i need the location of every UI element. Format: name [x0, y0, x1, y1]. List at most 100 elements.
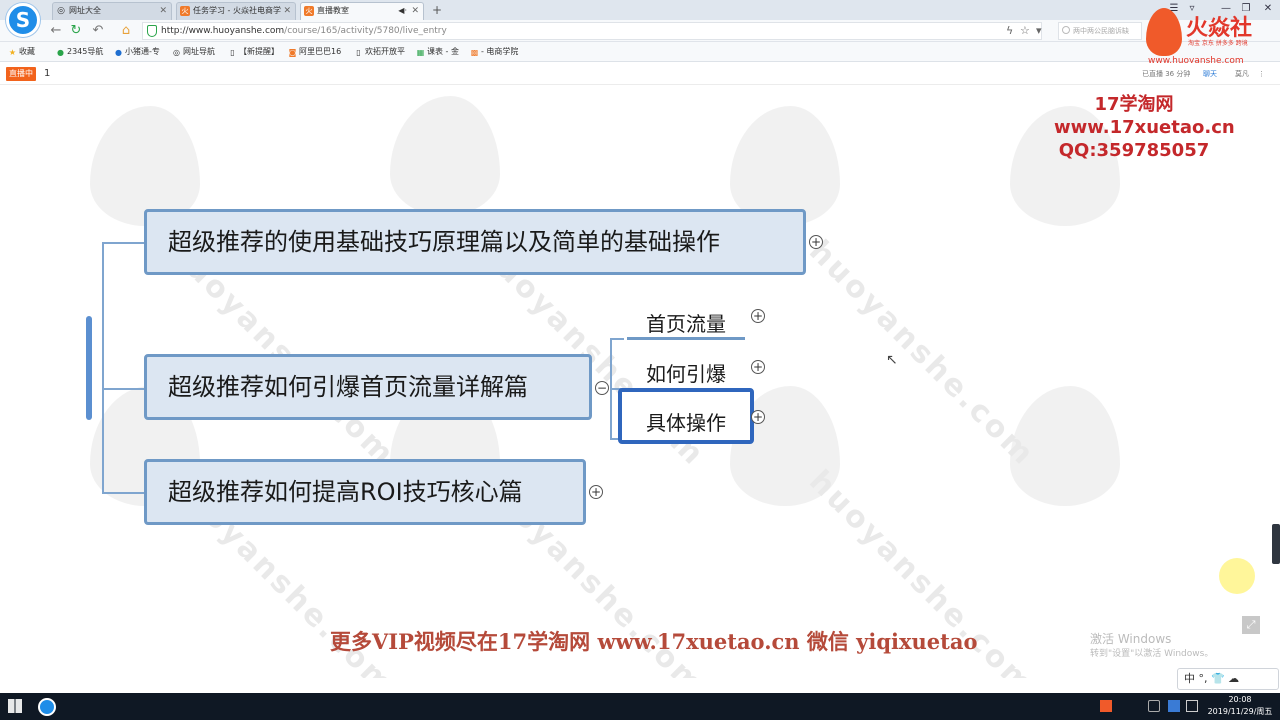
tray-app-icon[interactable] — [1100, 700, 1112, 712]
mouse-pointer-icon: ↖ — [886, 352, 898, 368]
dropdown-icon[interactable]: ▾ — [1036, 23, 1042, 39]
windows-start-icon[interactable] — [8, 699, 22, 713]
new-tab-button[interactable]: + — [428, 3, 446, 17]
search-icon — [1062, 26, 1070, 34]
star-icon: ★ — [8, 48, 17, 57]
bookmark-2345[interactable]: ● 2345导航 — [56, 45, 103, 59]
cursor-highlight — [1219, 558, 1255, 594]
user-name[interactable]: 莫凡 — [1235, 67, 1249, 81]
fullscreen-expand-icon[interactable]: ⤢ — [1242, 616, 1260, 634]
browser-tab-bar: S ◎ 网址大全 ✕ 火 任务学习 - 火焱社电商学 ✕ 火 直播教室 ◀· ✕… — [0, 0, 1280, 37]
tab-title: 任务学习 - 火焱社电商学 — [193, 6, 281, 15]
tray-network-icon[interactable] — [1168, 700, 1180, 712]
system-clock[interactable]: 20:08 2019/11/29/周五 — [1206, 694, 1274, 718]
screen: S ◎ 网址大全 ✕ 火 任务学习 - 火焱社电商学 ✕ 火 直播教室 ◀· ✕… — [0, 0, 1280, 720]
node-label: 超级推荐的使用基础技巧原理篇以及简单的基础操作 — [168, 228, 720, 256]
watermark-flame — [90, 106, 200, 226]
clock-time: 20:08 — [1228, 695, 1252, 704]
close-icon[interactable]: ✕ — [159, 3, 167, 19]
expand-plus-icon[interactable]: + — [751, 309, 765, 323]
promo-url: www.17xuetao.cn — [1054, 117, 1235, 138]
node-label: 超级推荐如何提高ROI技巧核心篇 — [168, 478, 523, 506]
brand-slogan: 淘宝 京东 拼多多 跨境 — [1188, 40, 1248, 47]
speaker-icon[interactable]: ◀· — [398, 3, 407, 19]
search-input[interactable]: 两中两公民脑诉缺 — [1058, 22, 1142, 40]
alibaba-icon: ◙ — [288, 48, 297, 57]
secure-shield-icon — [147, 25, 157, 37]
node-label: 超级推荐如何引爆首页流量详解篇 — [168, 373, 528, 401]
watermark-flame — [730, 106, 840, 226]
tab-web-directory[interactable]: ◎ 网址大全 ✕ — [52, 2, 172, 20]
mindmap-node-homepage-traffic[interactable]: 超级推荐如何引爆首页流量详解篇 — [144, 354, 592, 420]
chat-tab[interactable]: 聊天 — [1203, 67, 1217, 81]
bookmark-schedule[interactable]: ▦ 课表 - 金 — [416, 45, 459, 59]
live-badge: 直播中 — [6, 67, 36, 81]
huoyan-favicon-icon: 火 — [304, 6, 314, 16]
bookmark-nav[interactable]: ◎ 网址导航 — [172, 45, 215, 59]
star-icon[interactable]: ☆ — [1020, 23, 1030, 39]
subnode-how-to-boost[interactable]: 如何引爆 — [646, 358, 726, 387]
url-host: http://www.huoyanshe.com — [161, 26, 285, 36]
bookmark-huantuo[interactable]: ▯ 欢拓开放平 — [354, 45, 405, 59]
subnode-operations[interactable]: 具体操作 — [646, 407, 726, 436]
tray-shield-icon[interactable] — [1148, 700, 1160, 712]
navigation-bar: ← ↻ ↶ ⌂ http://www.huoyanshe.com/course/… — [0, 20, 1280, 42]
connector-line — [102, 242, 144, 244]
back-arrow-icon[interactable]: ← — [48, 23, 64, 39]
lightning-icon[interactable]: ϟ — [1006, 23, 1013, 39]
bookmark-alibaba[interactable]: ◙ 阿里巴巴16 — [288, 45, 342, 59]
activate-windows-title: 激活 Windows — [1090, 632, 1172, 646]
connector-line — [102, 242, 104, 492]
reload-icon[interactable]: ↻ — [68, 23, 84, 39]
root-node-edge[interactable] — [86, 316, 92, 420]
page-icon: ▯ — [356, 48, 361, 57]
tray-volume-icon[interactable] — [1186, 700, 1198, 712]
search-placeholder: 两中两公民脑诉缺 — [1073, 27, 1129, 35]
connector-line — [610, 338, 624, 340]
bookmark-favorites[interactable]: ★ 收藏 — [8, 45, 35, 59]
sogou-browser-logo-icon[interactable]: S — [6, 3, 40, 37]
mindmap-node-basics[interactable]: 超级推荐的使用基础技巧原理篇以及简单的基础操作 — [144, 209, 806, 275]
watermark-text: huoyanshe.com — [802, 233, 1042, 474]
bookmark-xiaozhutong[interactable]: ● 小猪通-专 — [114, 45, 160, 59]
huoyan-favicon-icon: 火 — [180, 6, 190, 16]
tab-title: 直播教室 — [317, 6, 349, 15]
activate-windows-subtitle: 转到"设置"以激活 Windows。 — [1090, 649, 1214, 659]
expand-plus-icon[interactable]: + — [809, 235, 823, 249]
site-icon: ● — [115, 48, 122, 57]
huoyanshe-logo: 火焱社 淘宝 京东 拼多多 跨境 www.huoyanshe.com — [1146, 8, 1280, 66]
url-path: /course/165/activity/5780/live_entry — [284, 26, 447, 36]
site-icon: ● — [57, 48, 64, 57]
expand-plus-icon[interactable]: + — [751, 360, 765, 374]
blank-panel — [0, 680, 162, 693]
bookmark-ecommerce[interactable]: ▩ - 电商学院 — [470, 45, 519, 59]
mindmap-node-roi[interactable]: 超级推荐如何提高ROI技巧核心篇 — [144, 459, 586, 525]
expand-plus-icon[interactable]: + — [589, 485, 603, 499]
tab-live-classroom[interactable]: 火 直播教室 ◀· ✕ — [300, 2, 424, 20]
expand-plus-icon[interactable]: + — [751, 410, 765, 424]
bottom-caption: 更多VIP视频尽在17学淘网 www.17xuetao.cn 微信 yiqixu… — [330, 629, 978, 654]
flame-icon — [1146, 8, 1182, 56]
live-duration: 已直播 36 分钟 — [1142, 70, 1191, 78]
subnode-homepage-traffic[interactable]: 首页流量 — [646, 308, 726, 337]
address-bar[interactable]: http://www.huoyanshe.com/course/165/acti… — [142, 22, 1042, 40]
sheet-icon: ▦ — [416, 48, 425, 57]
close-icon[interactable]: ✕ — [283, 3, 291, 19]
more-icon[interactable]: ⋮ — [1258, 67, 1265, 81]
connector-line — [102, 388, 144, 390]
collapse-minus-icon[interactable]: − — [595, 381, 609, 395]
promo-overlay: 17学淘网 www.17xuetao.cn QQ:359785057 — [1054, 93, 1235, 162]
ime-toolbar[interactable]: 中 °, 👕 ☁ — [1177, 668, 1279, 690]
globe-icon: ◎ — [173, 48, 180, 57]
side-scroll-handle[interactable] — [1272, 524, 1280, 564]
subnode-underline — [627, 337, 745, 340]
tab-task-learning[interactable]: 火 任务学习 - 火焱社电商学 ✕ — [176, 2, 296, 20]
home-icon[interactable]: ⌂ — [118, 23, 134, 39]
tab-title: 网址大全 — [69, 6, 101, 15]
bookmarks-bar: ★ 收藏 ● 2345导航 ● 小猪通-专 ◎ 网址导航 ▯ 【新提醒】 ◙ 阿里巴巴16 … — [0, 42, 1280, 62]
bookmark-new-reminder[interactable]: ▯ 【新提醒】 — [228, 45, 279, 59]
close-icon[interactable]: ✕ — [411, 3, 419, 19]
sogou-browser-taskbar-icon[interactable] — [38, 698, 56, 716]
undo-icon[interactable]: ↶ — [90, 23, 106, 39]
promo-qq: QQ:359785057 — [1058, 140, 1210, 161]
